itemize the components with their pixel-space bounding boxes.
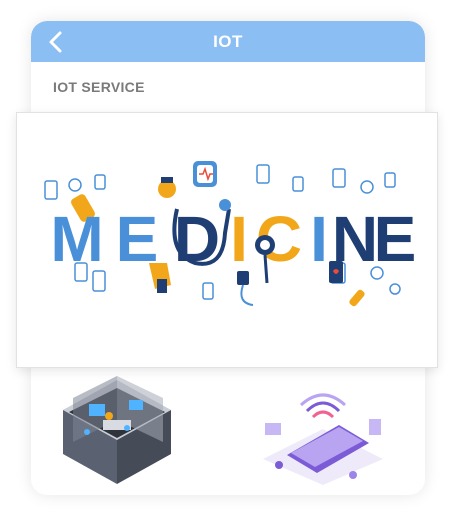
banner-letter: I [230,203,248,275]
header-bar: IOT [31,21,425,62]
page-title: IOT [213,32,243,51]
smartphone-wireless-icon[interactable] [253,389,393,485]
medicine-banner: M E D I C I N E [16,112,438,368]
banner-letter: I [310,203,328,275]
section-title: IOT SERVICE [53,79,145,95]
banner-letter: M [50,203,103,275]
banner-letter: E [374,203,417,275]
medicine-illustration: M E D I C I N E [44,161,417,307]
isometric-room-icon[interactable] [59,376,175,488]
